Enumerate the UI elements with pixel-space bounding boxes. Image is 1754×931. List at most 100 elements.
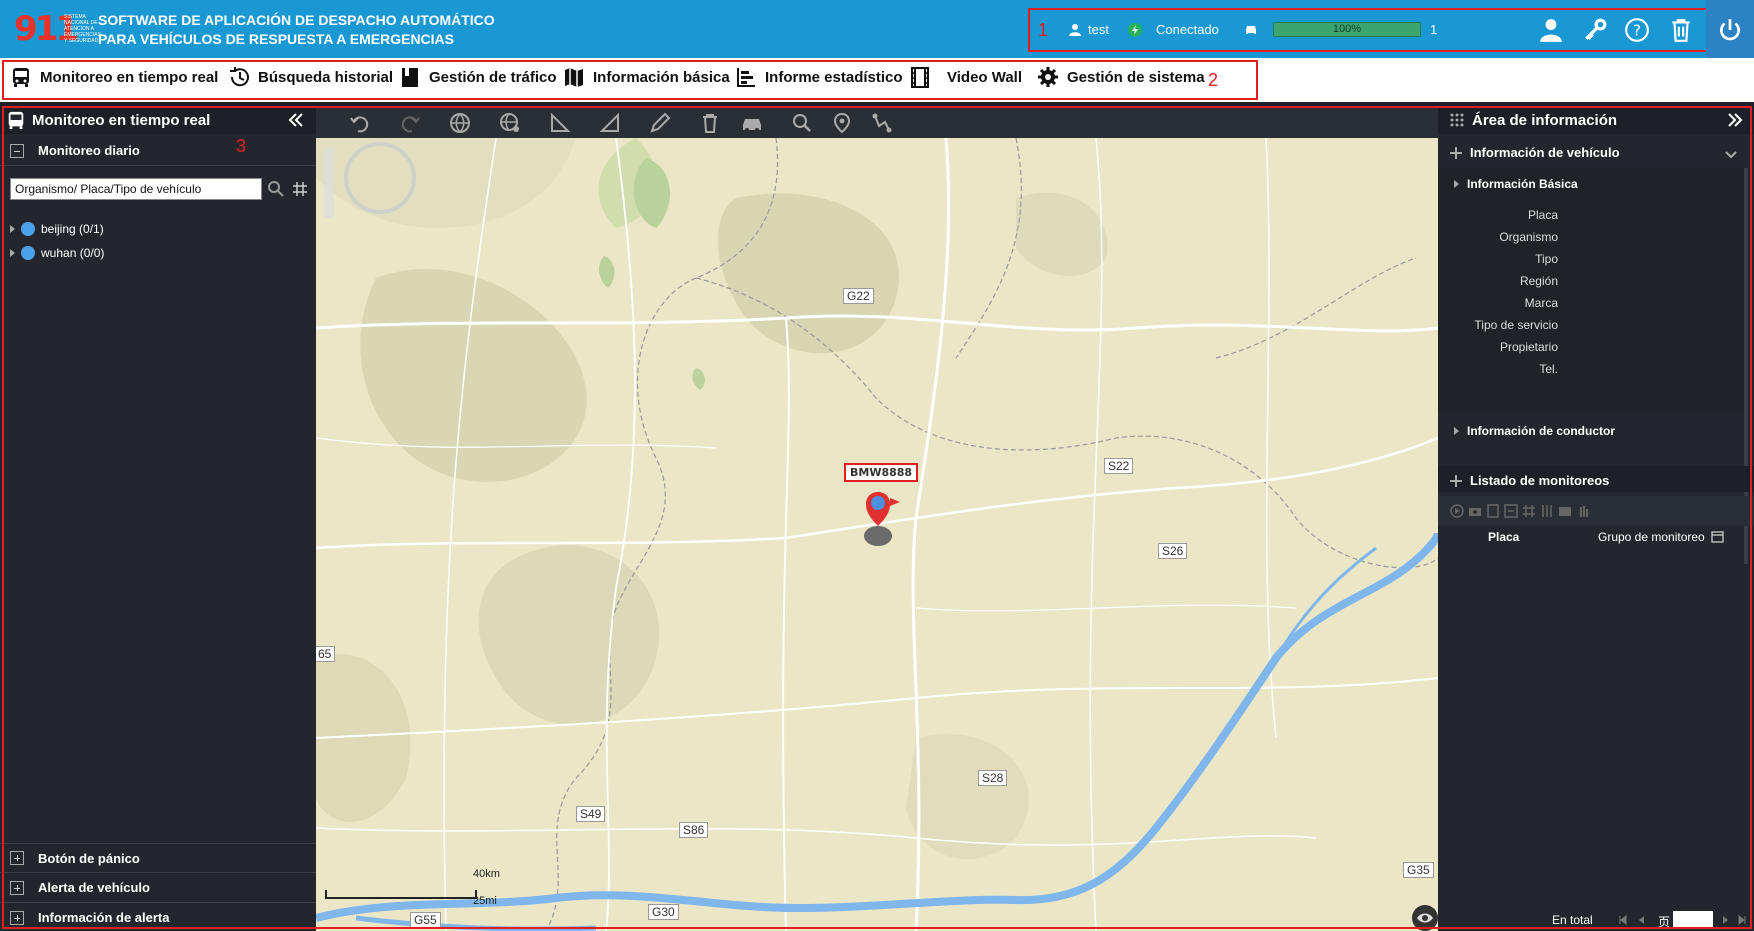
basic-info-header[interactable]: Información Básica — [1454, 177, 1578, 191]
clear-icon[interactable] — [699, 112, 721, 134]
film-small-icon[interactable] — [1486, 504, 1500, 518]
globe-icon[interactable] — [449, 112, 471, 134]
camera-icon[interactable] — [1468, 504, 1482, 518]
connection-label: Conectado — [1156, 22, 1219, 37]
user-icon — [1069, 23, 1081, 36]
monitor-table-header: Placa Grupo de monitoreo — [1438, 524, 1754, 550]
tree-item-wuhan[interactable]: wuhan (0/0) — [10, 246, 104, 260]
nav-video-wall[interactable]: Video Wall — [909, 66, 1022, 88]
sliders-icon[interactable] — [1540, 504, 1554, 518]
minus-box-icon[interactable] — [1504, 504, 1518, 518]
app-title-line2: PARA VEHÍCULOS DE RESPUESTA A EMERGENCIA… — [98, 31, 455, 47]
vehicle-info-header[interactable]: Información de vehículo — [1450, 145, 1620, 160]
right-panel: Área de información Información de vehíc… — [1438, 106, 1754, 931]
calendar-icon[interactable] — [1711, 530, 1724, 543]
vehicle-count: 1 — [1430, 22, 1438, 37]
hand-icon[interactable] — [1576, 504, 1590, 518]
ruler-icon[interactable] — [549, 112, 571, 134]
road-label-s49: S49 — [576, 806, 606, 822]
vehicle-tool-icon[interactable] — [741, 112, 763, 134]
field-region: Región — [1519, 274, 1558, 288]
key-icon[interactable] — [1582, 17, 1608, 43]
pencil-icon[interactable] — [649, 112, 671, 134]
first-page-icon[interactable] — [1618, 915, 1628, 925]
next-page-icon[interactable] — [1721, 915, 1731, 925]
nav-history-label: Búsqueda historial — [258, 68, 394, 86]
user-profile-icon[interactable] — [1538, 17, 1564, 43]
bus-icon — [13, 68, 29, 87]
map-toolbar — [316, 106, 1438, 138]
photo-icon[interactable] — [1558, 504, 1572, 518]
nav-realtime-monitoring[interactable]: Monitoreo en tiempo real — [10, 66, 218, 88]
monitor-list-header[interactable]: Listado de monitoreos — [1450, 473, 1609, 488]
prev-page-icon[interactable] — [1636, 915, 1646, 925]
page-number-input[interactable] — [1673, 911, 1713, 927]
field-phone: Tel. — [1539, 362, 1558, 376]
driver-info-title: Información de conductor — [1467, 424, 1616, 438]
search-icon[interactable] — [267, 180, 285, 198]
nav-realtime-label: Monitoreo en tiempo real — [40, 68, 219, 86]
book-icon — [402, 68, 418, 87]
nav-basic-info[interactable]: Información básica — [563, 66, 730, 88]
undo-icon[interactable] — [349, 112, 371, 134]
vehicle-status — [1244, 22, 1258, 36]
username: test — [1088, 22, 1109, 37]
area-measure-icon[interactable] — [599, 112, 621, 134]
play-icon[interactable] — [1450, 504, 1464, 518]
route-icon[interactable] — [871, 112, 893, 134]
help-icon[interactable]: ? — [1624, 17, 1650, 43]
grid-filter-icon[interactable] — [293, 182, 307, 196]
user-status: test — [1068, 22, 1109, 37]
total-label: En total — [1552, 913, 1593, 927]
expand-section-icon[interactable] — [10, 910, 24, 925]
visibility-eye-icon[interactable] — [1412, 905, 1438, 931]
panic-button-section[interactable]: Botón de pánico — [0, 843, 316, 873]
zoom-search-icon[interactable] — [791, 112, 813, 134]
expand-section-icon[interactable] — [10, 880, 24, 895]
trash-icon[interactable] — [1668, 17, 1694, 43]
connected-icon — [1128, 22, 1142, 37]
main-nav: Monitoreo en tiempo real Búsqueda histor… — [0, 58, 1754, 102]
collapse-left-icon[interactable] — [287, 111, 305, 129]
expand-arrow-icon[interactable] — [1454, 180, 1459, 188]
nav-traffic-management[interactable]: Gestión de tráfico — [399, 66, 557, 88]
globe-settings-icon[interactable] — [499, 112, 521, 134]
daily-monitoring-label: Monitoreo diario — [38, 143, 140, 158]
grid-small-icon[interactable] — [1522, 504, 1536, 518]
chevron-down-icon[interactable] — [1724, 148, 1738, 162]
expand-arrow-icon[interactable] — [1454, 427, 1459, 435]
nav-system-label: Gestión de sistema — [1067, 68, 1205, 86]
gear-icon — [1038, 67, 1058, 87]
alert-info-section[interactable]: Información de alerta — [0, 903, 316, 931]
app-root: 911 SISTEMA NACIONAL DE ATENCION A EMERG… — [0, 0, 1754, 931]
nav-history-search[interactable]: Búsqueda historial — [228, 66, 393, 88]
location-pin-icon[interactable] — [831, 112, 853, 134]
nav-video-wall-label: Video Wall — [947, 68, 1023, 86]
page-label: 页 — [1658, 915, 1671, 929]
vehicle-plate-label[interactable]: BMW8888 — [844, 463, 919, 482]
driver-info-header[interactable]: Información de conductor — [1454, 424, 1615, 438]
expand-section-icon[interactable] — [10, 851, 24, 865]
vehicle-search-input[interactable] — [10, 178, 262, 200]
vehicle-alert-section[interactable]: Alerta de vehículo — [0, 873, 316, 903]
last-page-icon[interactable] — [1737, 915, 1747, 925]
nav-statistics-report[interactable]: Informe estadístico — [735, 66, 903, 88]
nav-system-management[interactable]: Gestión de sistema — [1037, 66, 1205, 88]
power-icon[interactable] — [1717, 17, 1743, 43]
col-plate[interactable]: Placa — [1488, 530, 1519, 544]
collapse-section-icon[interactable] — [10, 143, 24, 158]
daily-monitoring-section[interactable]: Monitoreo diario — [0, 136, 316, 166]
svg-text:?: ? — [1633, 21, 1641, 39]
field-brand: Marca — [1524, 296, 1558, 310]
map-view[interactable]: G22 S22 S26 S28 S49 S86 G30 G55 G35 65 B… — [316, 138, 1438, 931]
tree-item-beijing[interactable]: beijing (0/1) — [10, 222, 104, 236]
organization-icon — [21, 222, 35, 236]
expand-arrow-icon[interactable] — [10, 225, 15, 233]
col-monitoring-group[interactable]: Grupo de monitoreo — [1598, 530, 1705, 544]
sync-progress-bar: 100% — [1273, 22, 1421, 37]
collapse-right-icon[interactable] — [1726, 111, 1744, 129]
tree-item-label: wuhan (0/0) — [41, 246, 105, 260]
expand-arrow-icon[interactable] — [10, 249, 15, 257]
right-panel-header: Área de información — [1438, 106, 1754, 134]
redo-icon[interactable] — [399, 112, 421, 134]
